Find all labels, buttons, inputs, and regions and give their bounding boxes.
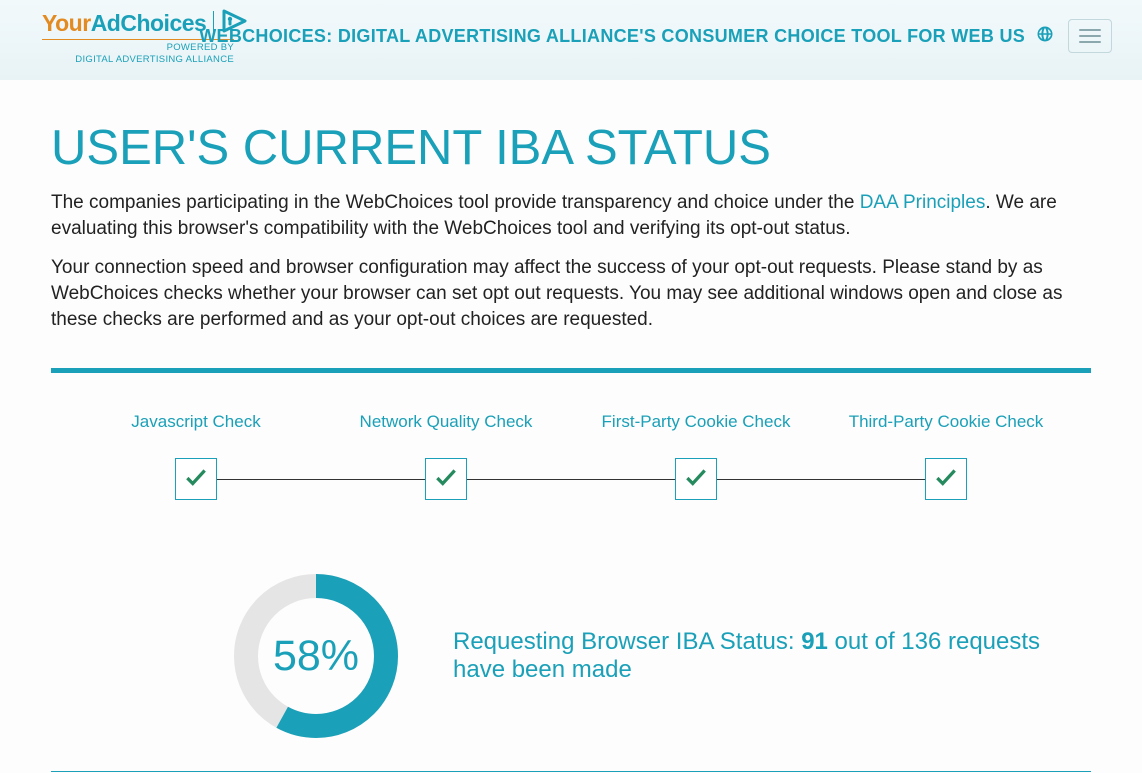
logo-your-text: Your — [42, 10, 91, 37]
progress-status-text: Requesting Browser IBA Status: 91 out of… — [453, 628, 1091, 684]
progress-percent-text: 58% — [231, 571, 401, 741]
description-paragraph-1: The companies participating in the WebCh… — [51, 190, 1091, 241]
check-label: First-Party Cookie Check — [571, 413, 821, 453]
description-paragraph-2: Your connection speed and browser config… — [51, 255, 1091, 332]
menu-button[interactable] — [1068, 19, 1112, 53]
progress-donut: 58% — [231, 571, 401, 741]
checkmark-icon — [683, 464, 709, 495]
header-bar: YourAdChoices POWERED BY DIGITAL ADVERTI… — [0, 0, 1142, 80]
page-title: USER'S CURRENT IBA STATUS — [51, 120, 1091, 176]
checkmark-icon — [933, 464, 959, 495]
progress-total-count: 136 — [901, 628, 941, 655]
section-divider-thin — [51, 771, 1091, 772]
section-divider-thick — [51, 368, 1091, 373]
check-item-third-party-cookie: Third-Party Cookie Check — [821, 413, 1071, 501]
check-item-first-party-cookie: First-Party Cookie Check — [571, 413, 821, 501]
check-label: Javascript Check — [71, 413, 321, 453]
progress-row: 58% Requesting Browser IBA Status: 91 ou… — [51, 571, 1091, 771]
check-status-box — [425, 458, 467, 500]
check-status-box — [675, 458, 717, 500]
check-item-network: Network Quality Check — [321, 413, 571, 501]
checkmark-icon — [433, 464, 459, 495]
logo-subtitle-2: DIGITAL ADVERTISING ALLIANCE — [42, 54, 234, 65]
checks-row: Javascript Check Network Quality Check F… — [51, 413, 1091, 501]
check-status-box — [925, 458, 967, 500]
check-item-javascript: Javascript Check — [71, 413, 321, 501]
daa-principles-link[interactable]: DAA Principles — [860, 192, 986, 213]
progress-prefix: Requesting Browser IBA Status: — [453, 628, 801, 655]
check-label: Network Quality Check — [321, 413, 571, 453]
checkmark-icon — [183, 464, 209, 495]
check-label: Third-Party Cookie Check — [821, 413, 1071, 453]
progress-done-count: 91 — [801, 628, 828, 655]
desc1-text-a: The companies participating in the WebCh… — [51, 192, 860, 213]
check-status-box — [175, 458, 217, 500]
progress-suffix-a: out of — [828, 628, 901, 655]
header-title: WEBCHOICES: DIGITAL ADVERTISING ALLIANCE… — [188, 26, 1036, 47]
globe-icon[interactable] — [1036, 25, 1054, 48]
